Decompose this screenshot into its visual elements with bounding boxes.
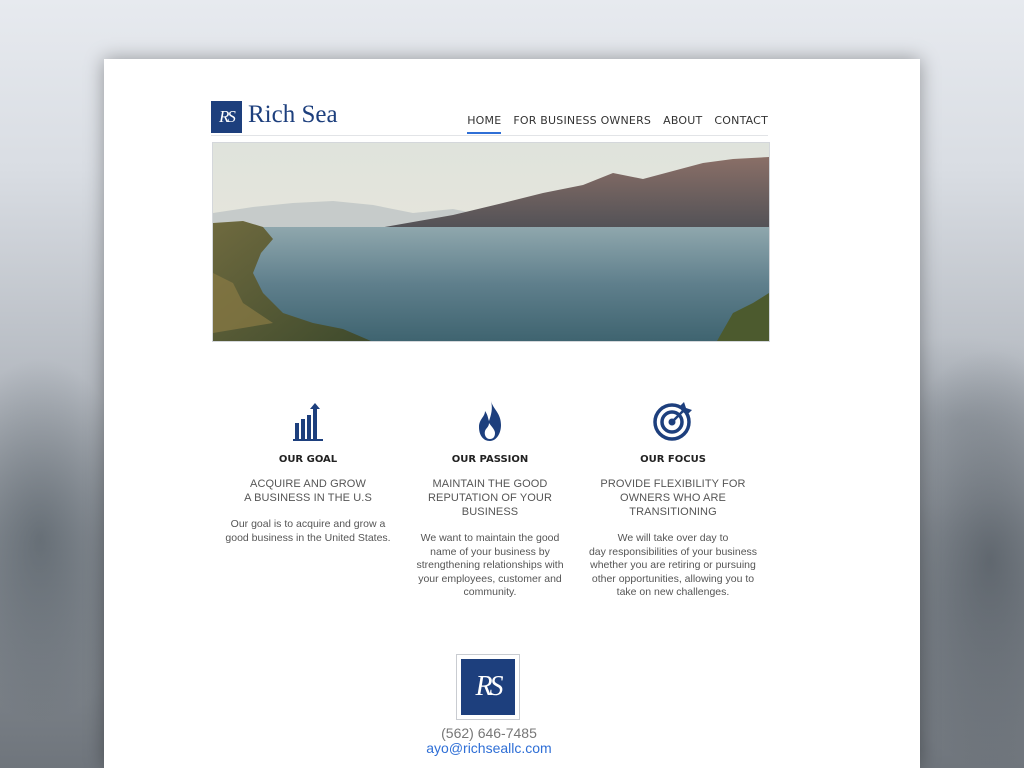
subheading-line: ACQUIRE AND GROW	[250, 478, 366, 490]
body-line: good business in the United States.	[225, 531, 391, 544]
feature-heading: OUR GOAL	[278, 454, 338, 465]
nav-contact[interactable]: CONTACT	[714, 114, 768, 134]
logo-text[interactable]: Rich Sea	[248, 101, 338, 129]
subheading-line: OWNERS WHO ARE	[620, 492, 726, 504]
body-line: whether you are retiring or pursuing	[590, 559, 756, 571]
feature-goal: OUR GOAL ACQUIRE AND GROW A BUSINESS IN …	[218, 397, 398, 545]
nav-for-business-owners[interactable]: FOR BUSINESS OWNERS	[513, 114, 651, 134]
logo-mark[interactable]: RS	[211, 101, 242, 133]
feature-subheading: PROVIDE FLEXIBILITY FOR OWNERS WHO ARE T…	[583, 477, 763, 519]
feature-subheading: MAINTAIN THE GOOD REPUTATION OF YOUR BUS…	[400, 477, 580, 519]
site-header: RS Rich Sea HOME FOR BUSINESS OWNERS ABO…	[211, 99, 768, 136]
feature-body: We want to maintain the good name of you…	[400, 532, 580, 600]
footer-logo[interactable]: RS	[456, 654, 520, 720]
body-line: We will take over day to	[617, 532, 729, 544]
target-icon	[583, 397, 763, 441]
feature-heading: OUR PASSION	[451, 454, 529, 465]
hero-image	[212, 142, 770, 342]
feature-subheading: ACQUIRE AND GROW A BUSINESS IN THE U.S	[218, 477, 398, 505]
feature-focus: OUR FOCUS PROVIDE FLEXIBILITY FOR OWNERS…	[583, 397, 763, 600]
subheading-line: A BUSINESS IN THE U.S	[244, 492, 372, 504]
contact-email-link[interactable]: ayo@richseallc.com	[104, 740, 874, 756]
feature-body: We will take over day to day responsibil…	[583, 532, 763, 600]
feature-heading: OUR FOCUS	[640, 454, 706, 465]
nav-about[interactable]: ABOUT	[663, 114, 702, 134]
bar-chart-growth-icon	[218, 397, 398, 441]
feature-body: Our goal is to acquire and grow a good b…	[218, 518, 398, 545]
body-line: Our goal is to acquire and grow a	[230, 518, 386, 530]
footer-logo-mark: RS	[461, 659, 515, 715]
main-nav: HOME FOR BUSINESS OWNERS ABOUT CONTACT	[455, 114, 768, 134]
body-line: name of your business by	[430, 545, 550, 558]
subheading-line: MAINTAIN THE GOOD	[432, 478, 548, 490]
body-line: We want to maintain the good	[420, 532, 560, 544]
subheading-line: REPUTATION OF YOUR BUSINESS	[427, 492, 553, 518]
feature-passion: OUR PASSION MAINTAIN THE GOOD REPUTATION…	[400, 397, 580, 600]
subheading-line: TRANSITIONING	[629, 506, 717, 518]
hero-landscape-illustration	[213, 143, 769, 341]
body-line: day responsibilities of your business	[588, 545, 758, 558]
nav-home[interactable]: HOME	[467, 114, 502, 134]
body-line: other opportunities, allowing you to	[591, 572, 755, 585]
contact-phone: (562) 646-7485	[441, 725, 537, 741]
subheading-line: PROVIDE FLEXIBILITY FOR	[600, 478, 746, 490]
body-line: strengthening relationships with	[416, 559, 564, 571]
flame-icon	[400, 397, 580, 441]
website-page: RS Rich Sea HOME FOR BUSINESS OWNERS ABO…	[104, 59, 920, 768]
body-line: community.	[463, 586, 517, 598]
body-line: your employees, customer and	[418, 572, 562, 585]
body-line: take on new challenges.	[616, 586, 730, 598]
